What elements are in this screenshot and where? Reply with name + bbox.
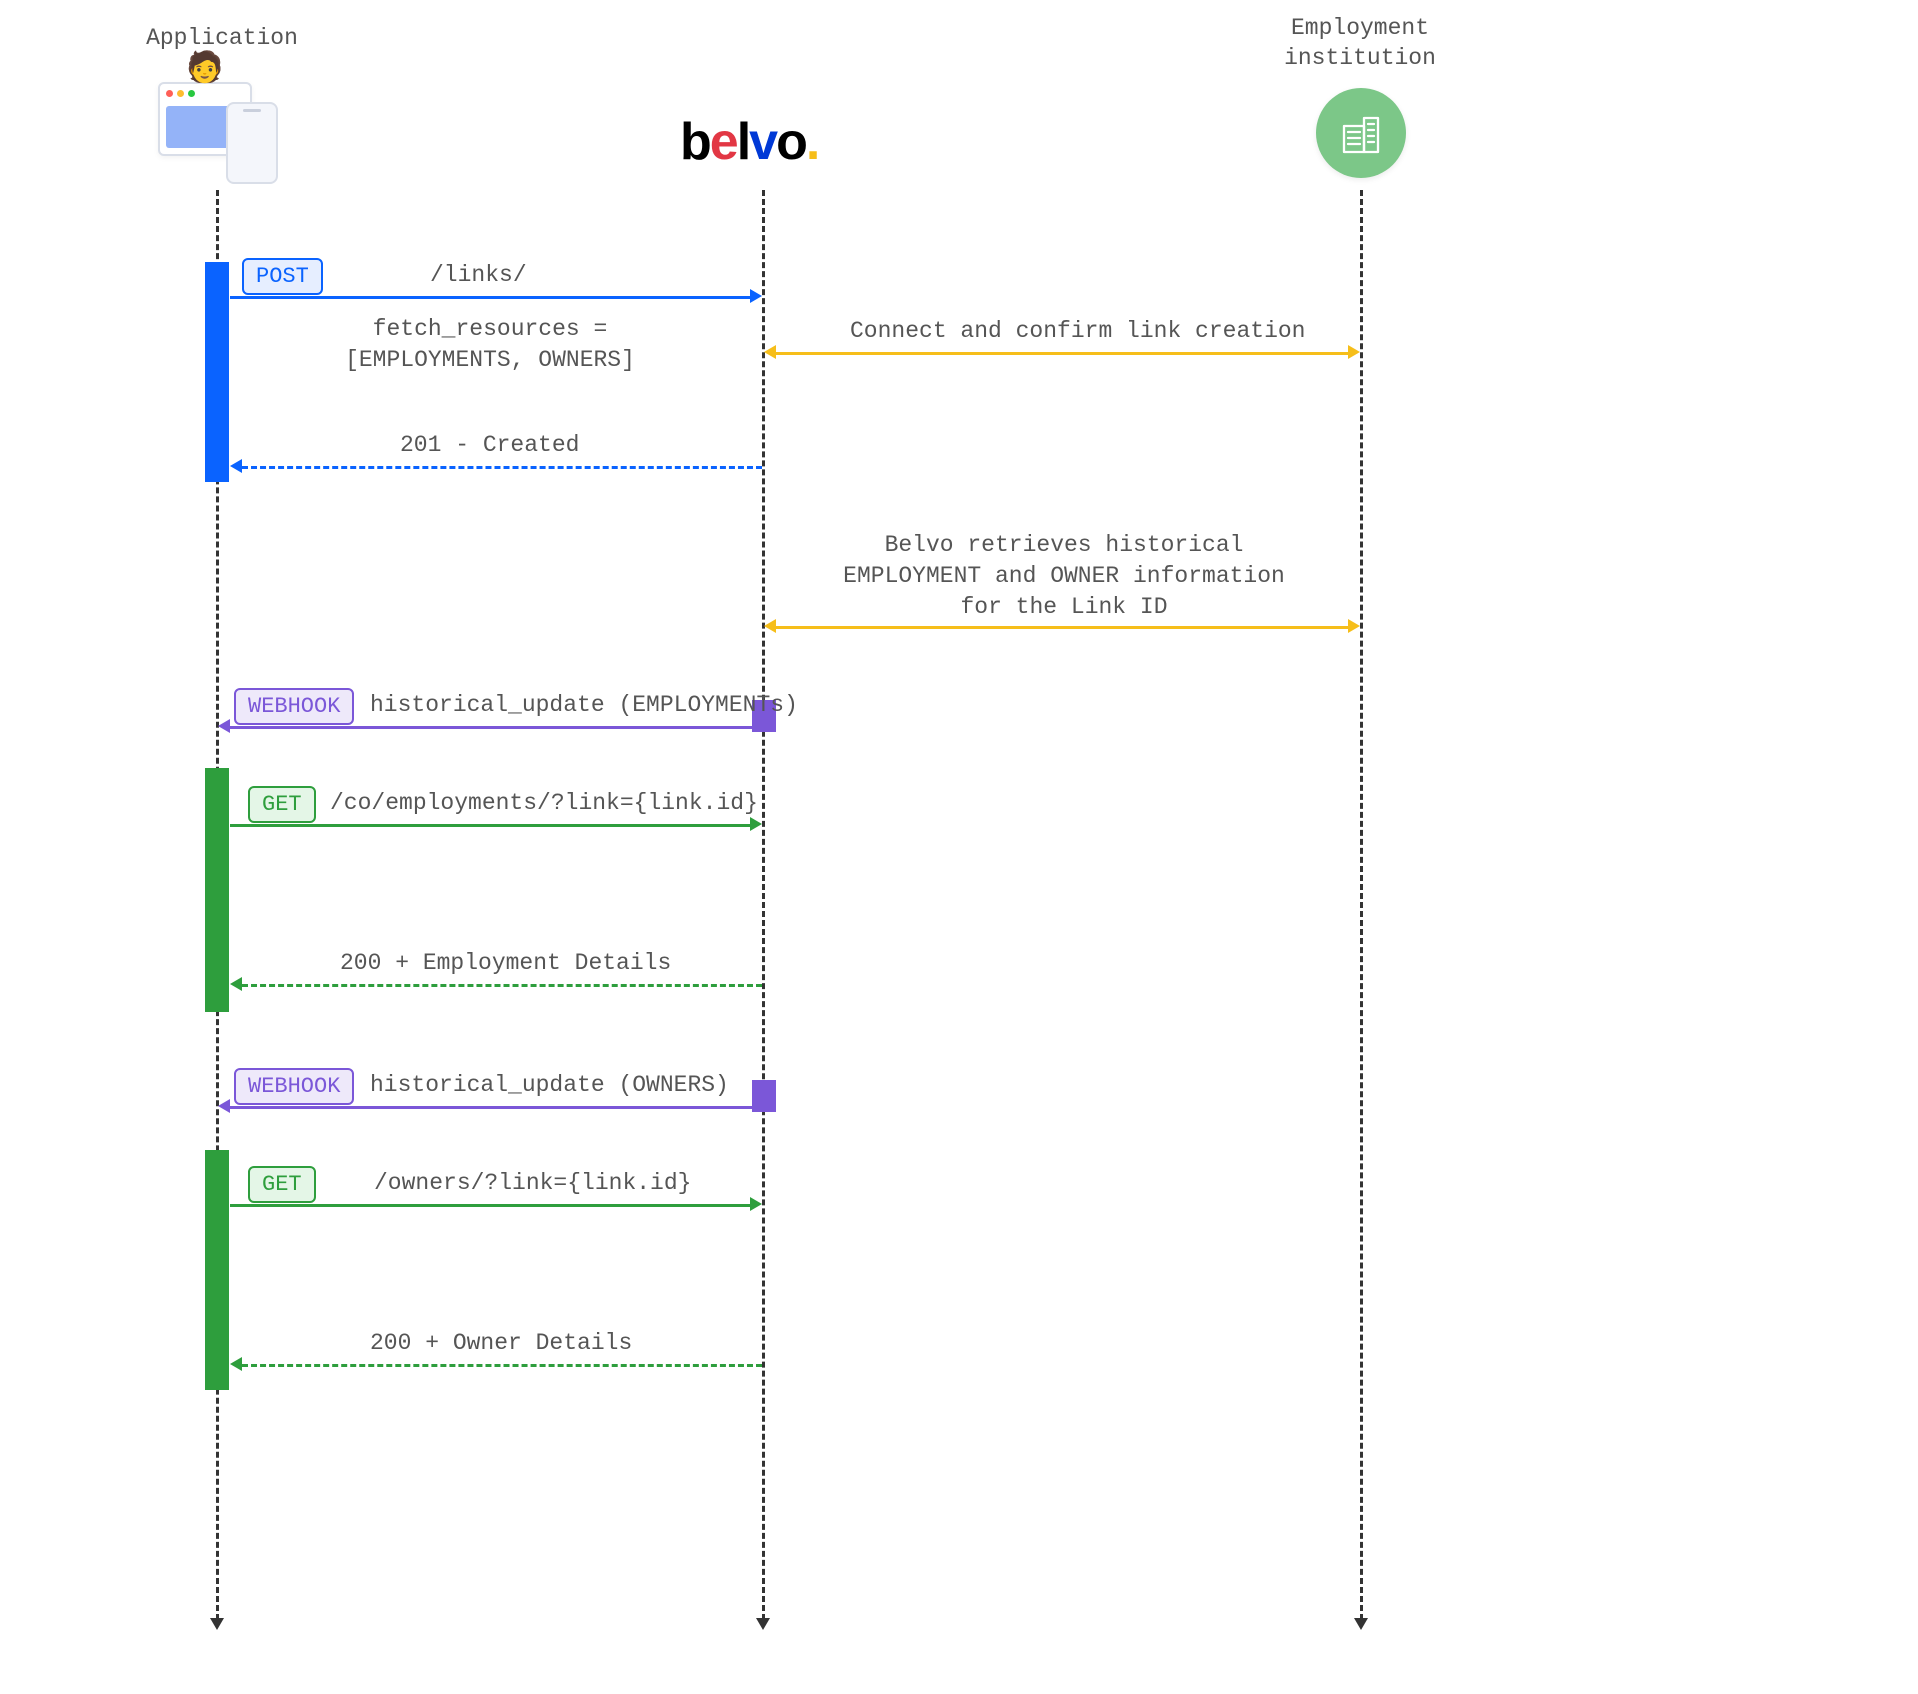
- lifeline-institution: [1360, 190, 1363, 1620]
- arrowhead-icon: [764, 345, 776, 359]
- arrowhead-icon: [1348, 619, 1360, 633]
- arrow: [230, 726, 752, 729]
- activation-bar: [205, 262, 229, 482]
- message-label: /links/: [430, 262, 527, 288]
- arrow: [776, 626, 1350, 629]
- arrowhead-icon: [750, 289, 762, 303]
- message-label: Connect and confirm link creation: [850, 318, 1305, 344]
- arrow: [242, 466, 762, 469]
- activation-bar: [205, 768, 229, 1012]
- message-label: /co/employments/?link={link.id}: [330, 790, 758, 816]
- arrowhead-icon: [218, 719, 230, 733]
- message-label: /owners/?link={link.id}: [374, 1170, 691, 1196]
- arrow: [242, 984, 762, 987]
- phone-icon: [226, 102, 278, 184]
- post-badge: POST: [242, 258, 323, 295]
- arrow: [230, 1106, 752, 1109]
- user-face-icon: 🧑: [186, 50, 223, 87]
- message-label: 200 + Employment Details: [340, 950, 671, 976]
- message-label: 200 + Owner Details: [370, 1330, 632, 1356]
- arrowhead-icon: [764, 619, 776, 633]
- lifeline-belvo: [762, 190, 765, 1620]
- arrowhead-icon: [1348, 345, 1360, 359]
- institution-icon: [1316, 88, 1406, 178]
- get-badge: GET: [248, 1166, 316, 1203]
- arrowhead-icon: [230, 1357, 242, 1371]
- arrowhead-icon: [750, 817, 762, 831]
- participant-institution-label: Employment institution: [1250, 14, 1470, 74]
- arrow: [230, 1204, 752, 1207]
- activation-bar: [752, 1080, 776, 1112]
- get-badge: GET: [248, 786, 316, 823]
- application-icon: 🧑: [158, 72, 278, 172]
- arrowhead-icon: [750, 1197, 762, 1211]
- arrowhead-icon: [230, 977, 242, 991]
- lifeline-arrowhead-icon: [1354, 1618, 1368, 1630]
- webhook-badge: WEBHOOK: [234, 688, 354, 725]
- arrow: [242, 1364, 762, 1367]
- activation-bar: [205, 1150, 229, 1390]
- message-label: 201 - Created: [400, 432, 579, 458]
- message-label: Belvo retrieves historical EMPLOYMENT an…: [814, 530, 1314, 623]
- belvo-logo: belvo.: [680, 112, 818, 172]
- arrowhead-icon: [218, 1099, 230, 1113]
- arrow: [230, 296, 752, 299]
- message-label: historical_update (EMPLOYMENTs): [370, 692, 798, 718]
- arrow: [230, 824, 752, 827]
- webhook-badge: WEBHOOK: [234, 1068, 354, 1105]
- arrowhead-icon: [230, 459, 242, 473]
- message-label: fetch_resources = [EMPLOYMENTS, OWNERS]: [320, 314, 660, 376]
- message-label: historical_update (OWNERS): [370, 1072, 729, 1098]
- lifeline-arrowhead-icon: [210, 1618, 224, 1630]
- building-icon: [1336, 108, 1386, 158]
- sequence-diagram: Application 🧑 belvo. Employment institut…: [0, 0, 1918, 1694]
- lifeline-arrowhead-icon: [756, 1618, 770, 1630]
- arrow: [776, 352, 1350, 355]
